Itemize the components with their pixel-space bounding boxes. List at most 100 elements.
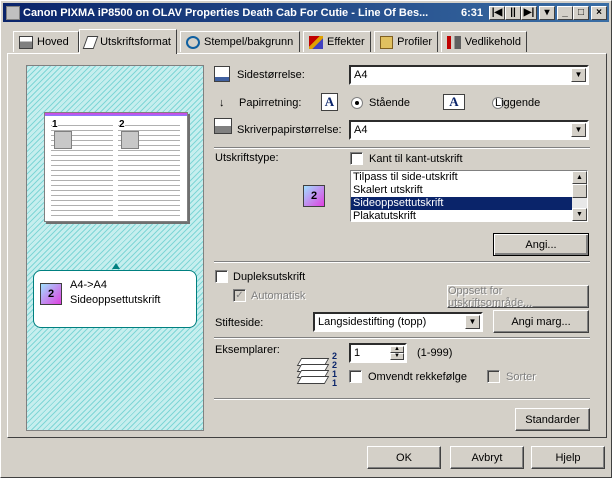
- page-2: 2: [118, 119, 180, 217]
- scroll-down-icon[interactable]: ▼: [572, 208, 587, 221]
- list-item-selected[interactable]: Sideoppsettutskrift: [351, 197, 587, 210]
- maximize-icon[interactable]: □: [573, 5, 589, 20]
- page-2-image: [121, 131, 139, 149]
- summary-box: 2 A4->A4 Sideoppsettutskrift: [33, 270, 197, 328]
- page-1-image: [54, 131, 72, 149]
- printer-icon: [6, 5, 20, 20]
- stapling-select[interactable]: Langsidestifting (topp) ▼: [313, 312, 483, 332]
- page-2-number: 2: [119, 119, 125, 130]
- printer-paper-label: Skriverpapirstørrelse:: [237, 124, 342, 136]
- tab-label: Utskriftsformat: [100, 36, 171, 48]
- cascade-icon[interactable]: ▾: [539, 5, 555, 20]
- list-scrollbar[interactable]: ▲ ▼: [572, 171, 587, 221]
- print-type-list[interactable]: Tilpass til side-utskrift Skalert utskri…: [350, 170, 588, 222]
- stapling-label: Stifteside:: [215, 317, 264, 329]
- page-size-value: A4: [354, 69, 368, 81]
- summary-type: Sideoppsettutskrift: [70, 294, 161, 306]
- defaults-button[interactable]: Standarder: [515, 408, 590, 431]
- title-bar[interactable]: Canon PIXMA iP8500 on OLAV Properties De…: [3, 3, 609, 22]
- help-button[interactable]: Hjelp: [531, 446, 605, 469]
- layers-icon: [82, 35, 99, 49]
- duplex-checkbox[interactable]: [215, 270, 228, 283]
- borderless-checkbox[interactable]: [350, 152, 363, 165]
- duplex-label: Dupleksutskrift: [233, 271, 306, 283]
- tab-vedlikehold[interactable]: Vedlikehold: [441, 31, 527, 52]
- tab-utskriftsformat[interactable]: Utskriftsformat: [79, 29, 177, 54]
- copies-value: 1: [354, 347, 361, 359]
- reverse-order-label: Omvendt rekkefølge: [368, 371, 468, 383]
- list-item[interactable]: Skalert utskrift: [351, 184, 587, 197]
- collate-label: Sorter: [506, 371, 536, 383]
- tab-label: Effekter: [327, 36, 365, 48]
- stack-digits: 2 2 1 1: [332, 351, 338, 388]
- printer-icon: [19, 35, 33, 49]
- auto-duplex-label: Automatisk: [251, 290, 306, 302]
- chevron-down-icon[interactable]: ▼: [571, 123, 586, 137]
- list-item[interactable]: Tilpass til side-utskrift: [351, 171, 587, 184]
- printer-paper-icon: [214, 118, 232, 134]
- ok-button[interactable]: OK: [367, 446, 441, 469]
- portrait-label: Stående: [369, 97, 410, 109]
- copies-stack-icon: [296, 358, 330, 386]
- margin-label: Angi marg...: [511, 315, 571, 328]
- sheet-layer: [296, 376, 330, 384]
- minimize-icon[interactable]: _: [557, 5, 573, 20]
- last-icon[interactable]: ▶|: [521, 5, 537, 20]
- auto-duplex-checkbox[interactable]: ✓: [233, 289, 246, 302]
- profile-icon: [380, 35, 394, 49]
- tab-profiler[interactable]: Profiler: [374, 31, 438, 52]
- orientation-label: Papirretning:: [239, 97, 302, 109]
- divider: [214, 337, 590, 339]
- defaults-label: Standarder: [525, 413, 580, 426]
- tools-icon: [447, 35, 461, 49]
- copies-input[interactable]: 1 ▲ ▼: [349, 343, 407, 363]
- print-area-button[interactable]: Oppsett for utskriftsområde...: [447, 285, 589, 309]
- specify-label: Angi...: [525, 238, 557, 251]
- reverse-order-checkbox[interactable]: [349, 370, 362, 383]
- copies-spinner[interactable]: ▲ ▼: [390, 346, 404, 360]
- page-1-number: 1: [52, 119, 58, 130]
- brush-icon: [309, 35, 323, 49]
- ok-label: OK: [396, 451, 412, 464]
- tab-label: Hoved: [37, 36, 69, 48]
- cancel-label: Avbryt: [471, 451, 503, 464]
- first-icon[interactable]: |◀: [489, 5, 505, 20]
- scroll-thumb[interactable]: [572, 184, 587, 198]
- page-1: 1: [51, 119, 113, 217]
- clock-text: 6:31: [460, 6, 483, 19]
- stapling-value: Langsidestifting (topp): [318, 316, 427, 328]
- specify-button[interactable]: Angi...: [493, 233, 589, 256]
- tab-effekter[interactable]: Effekter: [303, 31, 371, 52]
- borderless-label: Kant til kant-utskrift: [369, 153, 463, 165]
- chevron-down-icon[interactable]: ▼: [571, 68, 586, 82]
- properties-dialog: Canon PIXMA iP8500 on OLAV Properties De…: [0, 0, 612, 478]
- tab-label: Vedlikehold: [464, 36, 521, 48]
- portrait-radio[interactable]: [351, 97, 363, 109]
- tab-label: Profiler: [397, 36, 432, 48]
- icon-number: 2: [47, 288, 55, 300]
- spin-down-icon[interactable]: ▼: [390, 353, 404, 360]
- margin-button[interactable]: Angi marg...: [493, 310, 589, 333]
- copies-range: (1-999): [417, 347, 453, 359]
- summary-size: A4->A4: [70, 279, 107, 291]
- tab-hoved[interactable]: Hoved: [13, 31, 79, 52]
- divider: [214, 398, 590, 400]
- collate-checkbox[interactable]: [487, 370, 500, 383]
- page-size-icon: [214, 66, 230, 82]
- pause-icon[interactable]: ||: [505, 5, 521, 20]
- tab-stempel-bakgrunn[interactable]: Stempel/bakgrunn: [180, 31, 300, 52]
- spin-up-icon[interactable]: ▲: [390, 346, 404, 353]
- window-title: Canon PIXMA iP8500 on OLAV Properties De…: [23, 6, 429, 19]
- cancel-button[interactable]: Avbryt: [450, 446, 524, 469]
- printer-paper-select[interactable]: A4 ▼: [349, 120, 589, 140]
- sheet-preview: 1 2: [44, 112, 188, 222]
- landscape-icon: A: [443, 94, 465, 110]
- list-item[interactable]: Plakatutskrift: [351, 210, 587, 221]
- chevron-down-icon[interactable]: ▼: [465, 315, 480, 329]
- portrait-icon: A: [321, 93, 338, 111]
- close-icon[interactable]: ×: [591, 5, 607, 20]
- divider: [214, 261, 590, 263]
- page-size-select[interactable]: A4 ▼: [349, 65, 589, 85]
- layout-2up-icon: 2: [40, 283, 62, 305]
- scroll-up-icon[interactable]: ▲: [572, 171, 587, 184]
